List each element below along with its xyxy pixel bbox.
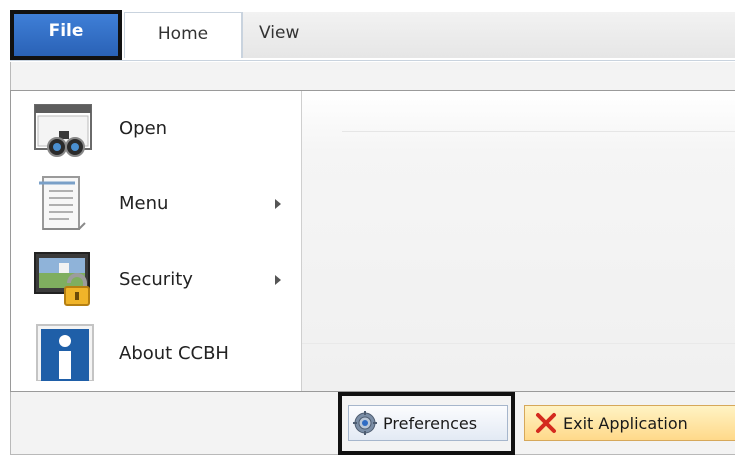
binoculars-window-icon bbox=[34, 104, 92, 157]
file-menu-panel: Open Menu Security About CCBH bbox=[10, 90, 735, 392]
menu-item-menu[interactable]: Menu bbox=[11, 167, 301, 241]
tab-file-label: File bbox=[48, 21, 84, 41]
exit-application-button[interactable]: Exit Application bbox=[524, 405, 735, 441]
file-menu-list: Open Menu Security About CCBH bbox=[11, 91, 302, 391]
ribbon-tab-strip: File Home View bbox=[0, 0, 735, 62]
tab-file[interactable]: File bbox=[10, 10, 122, 60]
padlock-window-icon bbox=[34, 252, 90, 306]
tab-home-label: Home bbox=[157, 23, 209, 44]
ribbon-divider bbox=[10, 60, 735, 61]
menu-preview-pane bbox=[302, 91, 735, 391]
menu-item-about-label: About CCBH bbox=[119, 343, 229, 364]
tab-view[interactable]: View bbox=[242, 12, 735, 58]
pane-divider bbox=[342, 131, 735, 132]
menu-item-about[interactable]: About CCBH bbox=[11, 317, 301, 391]
tab-view-label: View bbox=[259, 23, 300, 43]
preferences-button-label: Preferences bbox=[383, 413, 478, 433]
menu-item-menu-label: Menu bbox=[119, 193, 169, 214]
menu-item-open-label: Open bbox=[119, 118, 168, 139]
menu-item-security[interactable]: Security bbox=[11, 243, 301, 317]
application-window: File Home View Open Menu Security About … bbox=[0, 0, 735, 462]
preferences-button-face[interactable]: Preferences bbox=[348, 405, 508, 441]
submenu-arrow-icon bbox=[275, 199, 281, 209]
document-list-icon bbox=[39, 176, 86, 230]
tab-home[interactable]: Home bbox=[124, 12, 242, 58]
menu-item-security-label: Security bbox=[119, 269, 193, 290]
menu-item-open[interactable]: Open bbox=[11, 93, 301, 167]
preferences-button[interactable]: Preferences bbox=[338, 392, 515, 455]
pane-divider bbox=[302, 343, 735, 344]
red-x-icon bbox=[536, 413, 556, 433]
gear-icon bbox=[353, 411, 377, 435]
info-icon bbox=[36, 324, 94, 381]
submenu-arrow-icon bbox=[275, 275, 281, 285]
exit-application-label: Exit Application bbox=[563, 413, 688, 433]
